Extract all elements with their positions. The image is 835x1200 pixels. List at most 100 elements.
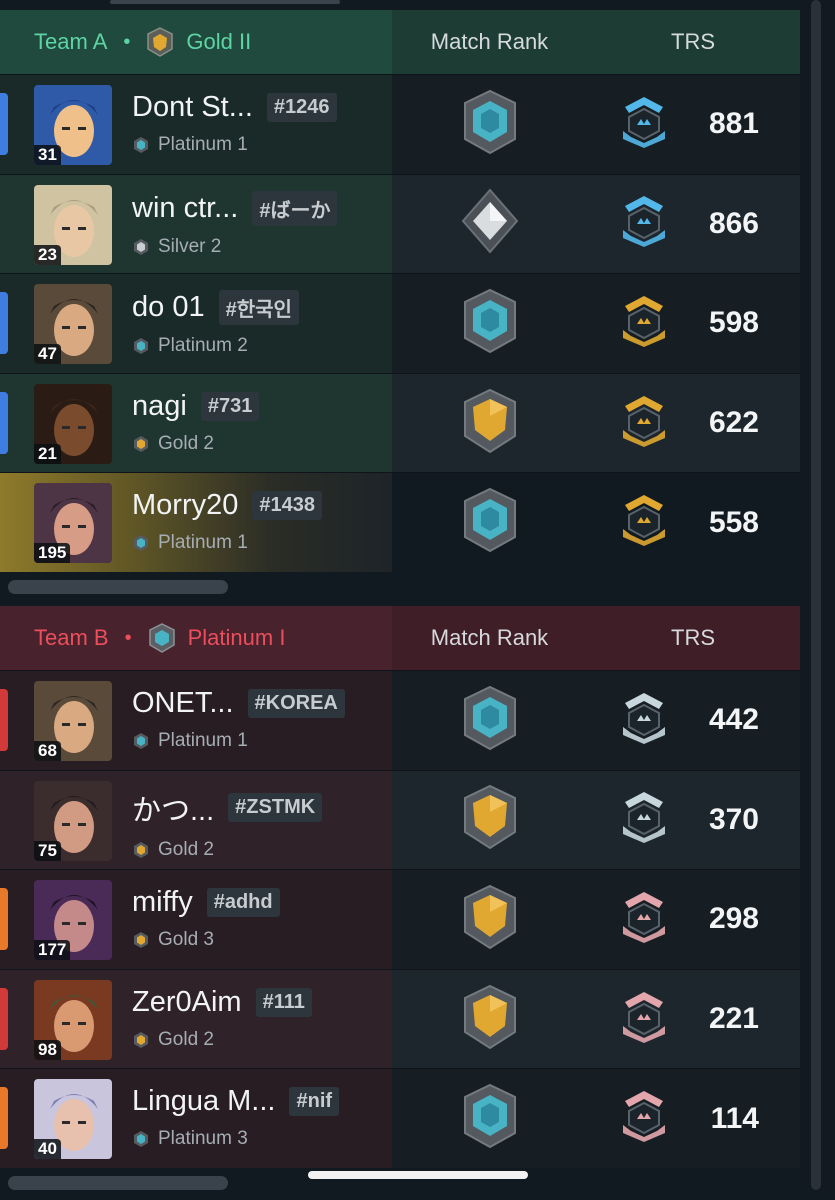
player-name[interactable]: かつ... [132, 787, 214, 829]
player-tag: #adhd [206, 888, 280, 918]
player-level: 68 [34, 741, 61, 761]
platinum-rank-icon [132, 136, 150, 154]
player-name[interactable]: miffy [132, 886, 193, 919]
player-info-cell: 31 Dont St... #1246 Platinum 1 [0, 75, 392, 174]
party-indicator [0, 292, 8, 355]
top-scroll-indicator[interactable] [110, 0, 340, 4]
player-row[interactable]: 98 Zer0Aim #111 Gold 2 221 [0, 968, 800, 1069]
agent-portrait[interactable]: 177 [34, 880, 112, 961]
match-rank-cell [392, 884, 587, 955]
player-rank: Platinum 3 [158, 1128, 248, 1150]
player-name[interactable]: win ctr... [132, 192, 238, 225]
team-a-avg-rank: Gold II [186, 29, 252, 54]
player-tag: #1246 [266, 93, 337, 122]
gold-rank-icon [132, 435, 150, 453]
trs-tier-icon [619, 691, 669, 750]
trs-tier-icon [619, 990, 669, 1049]
trs-value: 622 [708, 406, 759, 440]
trs-cell: 442 [587, 691, 799, 750]
team-a-horizontal-scrollbar[interactable] [8, 580, 228, 594]
gold-rank-icon [132, 841, 150, 859]
trs-cell: 598 [587, 294, 799, 353]
party-indicator [0, 987, 8, 1050]
match-rank-cell [392, 1083, 587, 1154]
player-name[interactable]: Morry20 [132, 489, 238, 522]
trs-tier-icon [619, 890, 669, 949]
player-tag: #KOREA [247, 689, 345, 718]
player-info-cell: 177 miffy #adhd Gold 3 [0, 870, 392, 969]
match-rank-cell [392, 685, 587, 756]
trs-header[interactable]: TRS [587, 29, 799, 55]
team-b-panel: Team B • Platinum I Match Rank TRS 68 ON… [0, 606, 800, 1168]
home-indicator[interactable] [308, 1171, 528, 1179]
match-rank-cell [392, 188, 587, 259]
gold-rank-icon [132, 931, 150, 949]
trs-value: 114 [710, 1101, 759, 1135]
player-rank: Gold 2 [158, 1028, 214, 1050]
player-name[interactable]: ONET... [132, 687, 234, 720]
trs-header[interactable]: TRS [587, 625, 799, 651]
player-tag: #111 [255, 987, 312, 1017]
match-rank-cell [392, 784, 587, 855]
gold-rank-icon [146, 27, 174, 57]
vertical-scrollbar[interactable] [811, 0, 821, 1190]
agent-portrait[interactable]: 23 [34, 184, 112, 265]
player-row[interactable]: 31 Dont St... #1246 Platinum 1 881 [0, 74, 800, 174]
trs-cell: 370 [587, 790, 799, 849]
platinum-rank-icon [132, 1130, 150, 1148]
player-row[interactable]: 23 win ctr... #ばーか Silver 2 866 [0, 173, 800, 274]
player-rank: Gold 2 [158, 432, 214, 454]
player-info-cell: 47 do 01 #한국인 Platinum 2 [0, 274, 392, 373]
player-name[interactable]: do 01 [132, 291, 205, 324]
trs-tier-icon [619, 394, 669, 453]
trs-cell: 622 [587, 394, 799, 453]
player-row[interactable]: 68 ONET... #KOREA Platinum 1 442 [0, 670, 800, 770]
player-row[interactable]: 47 do 01 #한국인 Platinum 2 598 [0, 273, 800, 373]
match-rank-cell [392, 89, 587, 160]
player-info-cell: 68 ONET... #KOREA Platinum 1 [0, 671, 392, 770]
player-tag: #ばーか [252, 190, 338, 226]
player-info-cell: 195 Morry20 #1438 Platinum 1 [0, 473, 392, 572]
player-name[interactable]: Dont St... [132, 91, 253, 124]
agent-portrait[interactable]: 47 [34, 284, 112, 365]
player-rank: Platinum 2 [158, 335, 248, 357]
player-row[interactable]: 177 miffy #adhd Gold 3 298 [0, 869, 800, 969]
player-row[interactable]: 40 Lingua M... #nif Platinum 3 114 [0, 1068, 800, 1168]
trs-cell: 558 [587, 493, 799, 552]
gold-match-rank-icon [459, 884, 521, 955]
trs-cell: 881 [587, 95, 799, 154]
team-b-separator: • [124, 626, 132, 649]
platinum-match-rank-icon [459, 1083, 521, 1154]
team-b-header: Team B • Platinum I Match Rank TRS [0, 606, 800, 670]
team-b-horizontal-scrollbar[interactable] [8, 1176, 228, 1190]
player-row[interactable]: 195 Morry20 #1438 Platinum 1 558 [0, 472, 800, 572]
player-row[interactable]: 75 かつ... #ZSTMK Gold 2 370 [0, 769, 800, 870]
gold-match-rank-icon [459, 388, 521, 459]
agent-portrait[interactable]: 98 [34, 979, 112, 1060]
player-tag: #1438 [252, 491, 322, 521]
gold-match-rank-icon [459, 784, 521, 855]
party-indicator [0, 888, 8, 951]
trs-value: 866 [708, 206, 759, 240]
agent-portrait[interactable]: 31 [34, 85, 112, 165]
player-row[interactable]: 21 nagi #731 Gold 2 622 [0, 372, 800, 473]
team-a-panel: Team A • Gold II Match Rank TRS 31 Dont … [0, 10, 800, 572]
player-rank: Gold 2 [158, 838, 214, 860]
match-rank-header[interactable]: Match Rank [392, 625, 587, 651]
silver-match-rank-icon [459, 188, 521, 259]
agent-portrait[interactable]: 68 [34, 681, 112, 761]
agent-portrait[interactable]: 21 [34, 383, 112, 464]
player-rank: Platinum 1 [158, 532, 248, 554]
match-rank-header[interactable]: Match Rank [392, 29, 587, 55]
agent-portrait[interactable]: 40 [34, 1079, 112, 1160]
player-name[interactable]: Lingua M... [132, 1085, 275, 1118]
trs-cell: 221 [587, 990, 799, 1049]
match-rank-cell [392, 984, 587, 1055]
agent-portrait[interactable]: 195 [34, 483, 112, 564]
agent-portrait[interactable]: 75 [34, 780, 112, 861]
player-name[interactable]: nagi [132, 390, 187, 423]
player-level: 40 [34, 1139, 61, 1160]
platinum-match-rank-icon [459, 89, 521, 160]
trs-tier-icon [619, 1089, 669, 1148]
player-name[interactable]: Zer0Aim [132, 986, 242, 1019]
